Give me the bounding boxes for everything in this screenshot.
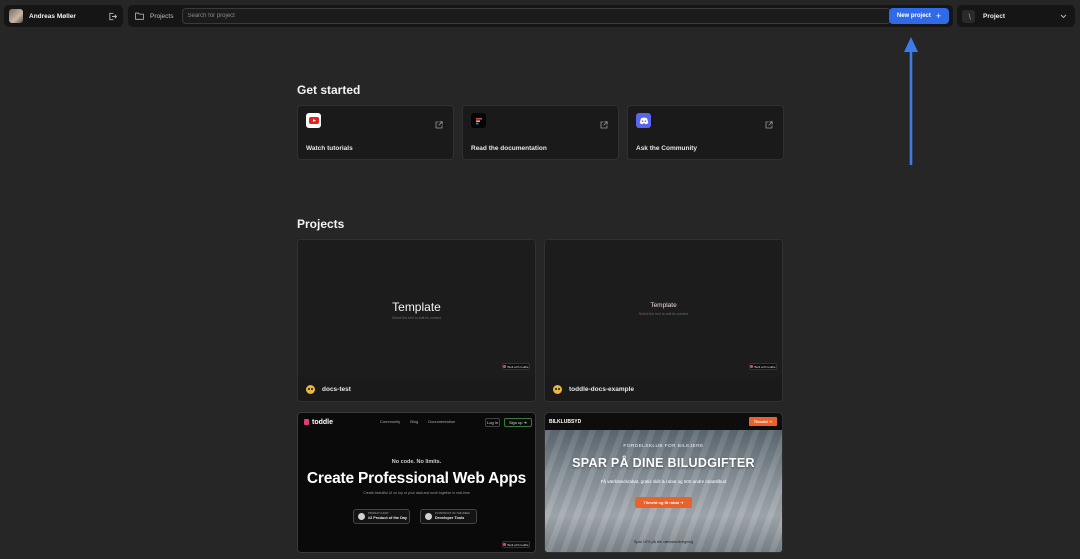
- user-menu[interactable]: Andreas Møller: [4, 5, 123, 27]
- preview-cta-label: Tilmeld: [753, 419, 768, 424]
- project-select-label: Project: [983, 12, 1006, 20]
- external-link-icon: [435, 116, 443, 129]
- emoji-icon: [306, 385, 315, 394]
- avatar: [9, 9, 23, 23]
- product-hunt-badge: PRODUCT HUNT #2 Product of the Day: [353, 509, 410, 524]
- toddle-icon: [503, 543, 507, 546]
- built-with-label: Built with toddle: [754, 364, 776, 369]
- preview-title: Template: [650, 302, 677, 309]
- project-footer: toddle-docs-example: [545, 377, 782, 401]
- preview-signup-label: Sign up: [508, 420, 523, 425]
- preview-subtitle: Select the text to edit its content: [638, 312, 689, 316]
- top-bar: Andreas Møller Projects New project + Pr…: [0, 0, 1080, 32]
- read-documentation-card[interactable]: Read the documentation: [462, 105, 619, 160]
- discord-icon: [636, 113, 651, 128]
- preview-nav-links: Community Blog Documentation: [380, 419, 455, 424]
- badge-label: #2 Product of the Day: [368, 515, 408, 520]
- project-card-toddle-website[interactable]: toddle Community Blog Documentation Log …: [297, 412, 536, 553]
- arrow-annotation: [904, 37, 918, 165]
- project-card-toddle-docs-example[interactable]: Template Select the text to edit its con…: [544, 239, 783, 402]
- preview-headline: SPAR PÅ DINE BILUDGIFTER: [572, 456, 755, 470]
- chevron-down-icon: [1060, 12, 1068, 20]
- logo-text: toddle: [312, 418, 333, 426]
- preview-eyebrow: FORDELSKLUB FOR BILEJERE: [623, 444, 704, 449]
- project-toolbar: Projects New project +: [128, 5, 953, 27]
- toddle-icon: [750, 365, 754, 368]
- built-with-badge: Built with toddle: [502, 541, 530, 548]
- new-project-button[interactable]: New project +: [889, 8, 949, 24]
- preview-nav: BILKLUBSYD Tilmeld ➜: [545, 413, 782, 430]
- project-footer: docs-test: [298, 377, 535, 401]
- preview-tagline: No code. No limits.: [391, 459, 442, 465]
- built-with-label: Built with toddle: [507, 364, 529, 369]
- watch-tutorials-card[interactable]: Watch tutorials: [297, 105, 454, 160]
- card-label: Watch tutorials: [306, 145, 353, 152]
- project-preview: BILKLUBSYD Tilmeld ➜ FORDELSKLUB FOR BIL…: [545, 413, 782, 552]
- emoji-icon: [553, 385, 562, 394]
- built-with-badge: Built with toddle: [749, 363, 777, 370]
- preview-button: Tilmeld og få rabat ➜: [635, 497, 692, 508]
- preview-signup: Sign up ➜: [504, 418, 532, 427]
- nav-link: Community: [380, 419, 401, 424]
- project-preview: Template Select the text to edit its con…: [298, 240, 535, 377]
- get-started-title: Get started: [297, 83, 361, 97]
- project-name: toddle-docs-example: [569, 386, 635, 393]
- external-link-icon: [765, 116, 773, 129]
- toddle-icon: [471, 113, 486, 128]
- project-card-docs-test[interactable]: Template Select the text to edit its con…: [297, 239, 536, 402]
- preview-subtitle: Select the text to edit its content: [391, 316, 442, 320]
- nav-link: Documentation: [428, 419, 456, 424]
- new-project-label: New project: [896, 13, 931, 19]
- user-name: Andreas Møller: [29, 12, 76, 20]
- preview-cta: Tilmeld ➜: [749, 417, 777, 426]
- card-label: Ask the Community: [636, 145, 698, 152]
- ask-community-card[interactable]: Ask the Community: [627, 105, 784, 160]
- nav-link: Blog: [410, 419, 419, 424]
- project-card-bilklubsyd[interactable]: BILKLUBSYD Tilmeld ➜ FORDELSKLUB FOR BIL…: [544, 412, 783, 553]
- toddle-icon: [503, 365, 507, 368]
- preview-description: Create beautiful UI on top of your data …: [363, 491, 470, 495]
- badge-text: PRODUCT HUNT #2 Product of the Day: [368, 512, 408, 520]
- badge-label: Developer Tools: [435, 515, 465, 520]
- logout-icon[interactable]: [107, 11, 117, 21]
- badge-text: #1 PRODUCT OF THE WEEK Developer Tools: [435, 512, 470, 520]
- youtube-icon: [306, 113, 321, 128]
- project-select[interactable]: Project: [957, 5, 1075, 27]
- external-link-icon: [600, 116, 608, 129]
- project-thumbnail: [962, 9, 975, 23]
- product-hunt-icon: [358, 513, 365, 520]
- project-name: docs-test: [322, 386, 351, 393]
- built-with-label: Built with toddle: [507, 542, 529, 547]
- toddle-icon: [304, 419, 309, 425]
- built-with-badge: Built with toddle: [502, 363, 530, 370]
- card-label: Read the documentation: [471, 145, 547, 152]
- preview-button-label: Tilmeld og få rabat: [643, 500, 680, 505]
- plus-icon: +: [935, 10, 942, 21]
- projects-title: Projects: [297, 217, 345, 231]
- preview-title: Template: [392, 300, 441, 314]
- folder-icon: [135, 11, 145, 21]
- preview-subtitle: Få værkstedsrabat, gratis skilt & rabat …: [600, 479, 727, 484]
- project-preview: toddle Community Blog Documentation Log …: [298, 413, 535, 552]
- product-hunt-icon: [425, 513, 432, 520]
- search-input[interactable]: [182, 8, 892, 24]
- bilklubsyd-logo: BILKLUBSYD: [549, 418, 582, 425]
- preview-note: Spar 10% på din værkstedsregning: [633, 540, 694, 544]
- breadcrumb-projects[interactable]: Projects: [150, 13, 173, 20]
- preview-login: Log in: [485, 418, 500, 427]
- toddle-logo: toddle: [304, 419, 333, 426]
- preview-headline: Create Professional Web Apps: [306, 470, 527, 487]
- developer-tools-badge: #1 PRODUCT OF THE WEEK Developer Tools: [420, 509, 477, 524]
- preview-nav: toddle Community Blog Documentation Log …: [298, 413, 535, 431]
- project-preview: Template Select the text to edit its con…: [545, 240, 782, 377]
